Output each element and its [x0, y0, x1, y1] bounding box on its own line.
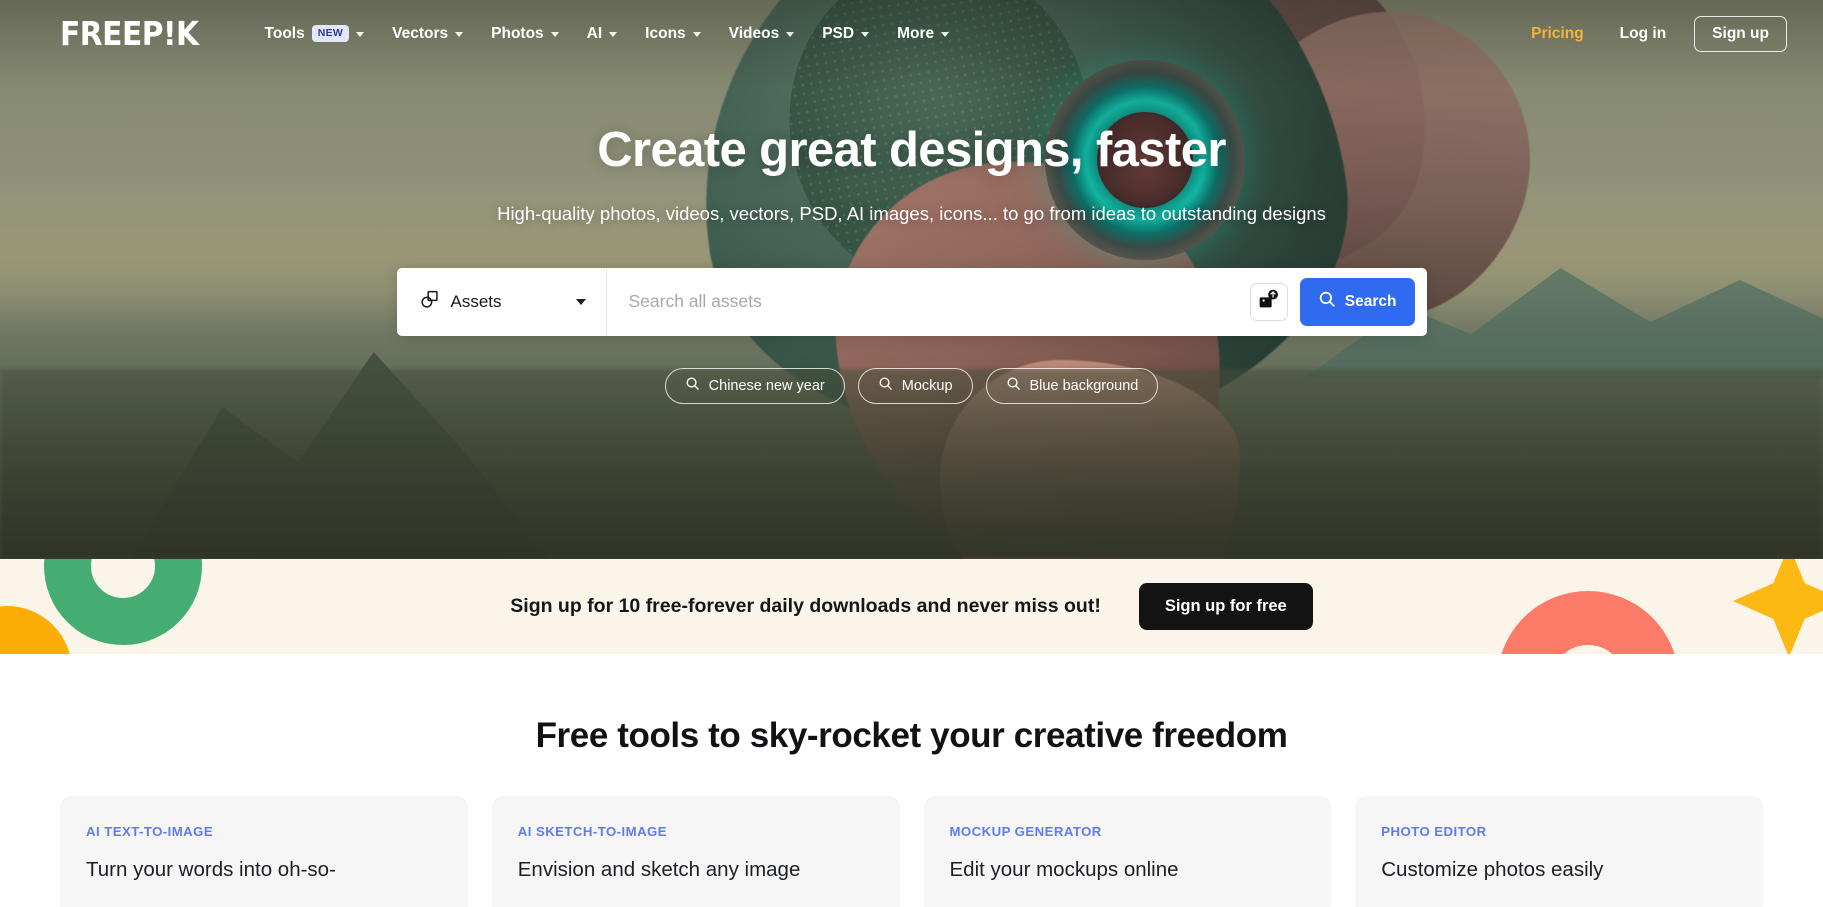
tool-card-mockup-generator[interactable]: MOCKUP GENERATOR Edit your mockups onlin…: [923, 796, 1332, 907]
search-button[interactable]: Search: [1299, 277, 1415, 326]
search-icon: [878, 376, 893, 395]
search-icon: [1318, 290, 1336, 313]
card-kicker: AI SKETCH-TO-IMAGE: [517, 824, 668, 839]
tool-cards: AI TEXT-TO-IMAGE Turn your words into oh…: [0, 756, 1823, 907]
nav-links: Tools NEW Vectors Photos AI Icons Videos…: [251, 17, 964, 51]
nav-item-vectors[interactable]: Vectors: [378, 17, 477, 51]
freepik-logo[interactable]: FREEP!K: [60, 17, 199, 50]
promo-banner: Sign up for 10 free-forever daily downlo…: [0, 559, 1823, 654]
chip-label: Blue background: [1029, 377, 1139, 394]
nav-item-label: Photos: [491, 24, 544, 42]
nav-item-videos[interactable]: Videos: [715, 17, 809, 51]
card-kicker: PHOTO EDITOR: [1381, 824, 1487, 839]
hero-subtitle: High-quality photos, videos, vectors, PS…: [497, 202, 1326, 224]
promo-content: Sign up for 10 free-forever daily downlo…: [510, 583, 1313, 630]
card-description: Envision and sketch any image: [517, 858, 801, 881]
search-button-label: Search: [1344, 292, 1397, 310]
chip-label: Mockup: [901, 377, 953, 394]
chip-mockup[interactable]: Mockup: [857, 367, 973, 404]
chevron-down-icon: [609, 32, 618, 37]
nav-item-label: Icons: [645, 24, 686, 42]
promo-signup-button[interactable]: Sign up for free: [1138, 583, 1313, 630]
chevron-down-icon: [575, 298, 586, 305]
tool-card-ai-sketch-to-image[interactable]: AI SKETCH-TO-IMAGE Envision and sketch a…: [491, 796, 900, 907]
chip-chinese-new-year[interactable]: Chinese new year: [664, 367, 845, 404]
chevron-down-icon: [941, 32, 950, 37]
chevron-down-icon: [861, 32, 870, 37]
nav-item-photos[interactable]: Photos: [477, 17, 573, 51]
signup-button[interactable]: Sign up: [1694, 15, 1787, 52]
nav-item-label: AI: [586, 24, 603, 42]
chevron-down-icon: [786, 32, 795, 37]
nav-item-more[interactable]: More: [883, 17, 963, 51]
asset-type-label: Assets: [450, 291, 502, 311]
search-bar: Assets Search all assets Search: [396, 267, 1427, 336]
image-upload-button[interactable]: [1249, 282, 1288, 321]
asset-type-dropdown[interactable]: Assets: [397, 267, 607, 336]
nav-item-ai[interactable]: AI: [573, 17, 632, 51]
decor-green-donut: [44, 559, 202, 645]
chevron-down-icon: [550, 32, 559, 37]
top-navigation-bar: FREEP!K Tools NEW Vectors Photos AI Icon…: [0, 0, 1823, 67]
section-title: Free tools to sky-rocket your creative f…: [535, 716, 1288, 755]
card-description: Edit your mockups online: [949, 858, 1179, 881]
chevron-down-icon: [356, 32, 365, 37]
hero-content: Create great designs, faster High-qualit…: [0, 67, 1823, 404]
chevron-down-icon: [455, 32, 464, 37]
nav-item-label: More: [897, 24, 935, 42]
hero-section: FREEP!K Tools NEW Vectors Photos AI Icon…: [0, 0, 1823, 559]
free-tools-section: Free tools to sky-rocket your creative f…: [0, 654, 1823, 907]
nav-item-label: PSD: [822, 24, 855, 42]
pricing-link[interactable]: Pricing: [1515, 17, 1600, 51]
hero-title: Create great designs, faster: [597, 123, 1226, 177]
card-kicker: MOCKUP GENERATOR: [949, 824, 1102, 839]
chip-label: Chinese new year: [708, 377, 825, 394]
nav-item-label: Vectors: [392, 24, 449, 42]
search-input[interactable]: [606, 267, 1250, 336]
login-link[interactable]: Log in: [1604, 17, 1683, 51]
nav-item-psd[interactable]: PSD: [808, 17, 883, 51]
nav-item-label: Tools: [264, 24, 305, 42]
chevron-down-icon: [692, 32, 701, 37]
tool-card-ai-text-to-image[interactable]: AI TEXT-TO-IMAGE Turn your words into oh…: [60, 796, 468, 907]
image-upload-icon: [1258, 289, 1279, 315]
card-kicker: AI TEXT-TO-IMAGE: [86, 824, 214, 839]
search-icon: [1006, 376, 1021, 395]
nav-right-actions: Pricing Log in Sign up: [1515, 15, 1787, 52]
nav-item-tools[interactable]: Tools NEW: [251, 17, 379, 51]
decor-yellow-star: [1733, 559, 1823, 654]
promo-text: Sign up for 10 free-forever daily downlo…: [510, 595, 1101, 617]
search-icon: [685, 376, 700, 395]
shapes-icon: [419, 289, 440, 315]
suggested-search-chips: Chinese new year Mockup Blue background: [0, 367, 1823, 404]
card-description: Turn your words into oh-so-: [86, 858, 336, 881]
card-description: Customize photos easily: [1381, 858, 1604, 881]
chip-blue-background[interactable]: Blue background: [985, 367, 1159, 404]
nav-item-label: Videos: [728, 24, 780, 42]
decor-coral-arch: [1497, 591, 1679, 654]
nav-item-icons[interactable]: Icons: [631, 17, 714, 51]
tool-card-photo-editor[interactable]: PHOTO EDITOR Customize photos easily: [1355, 796, 1763, 907]
new-badge: NEW: [311, 25, 350, 42]
